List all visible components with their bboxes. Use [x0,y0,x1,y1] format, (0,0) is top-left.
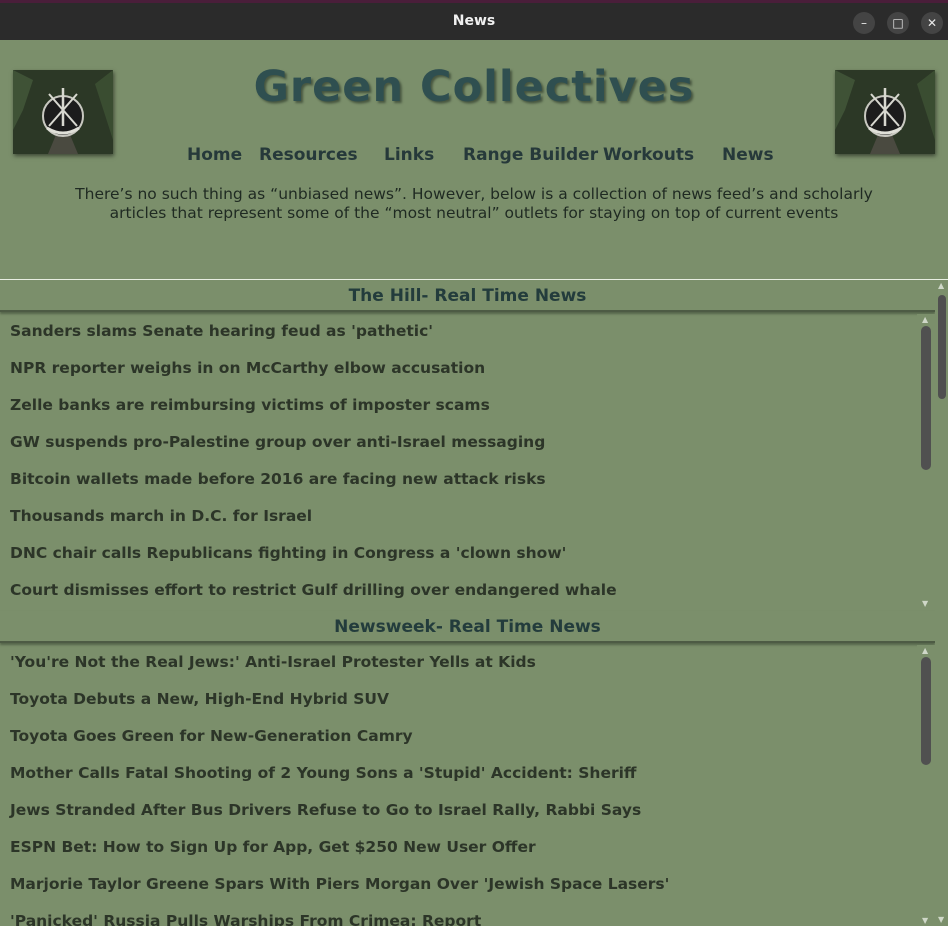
feed-item[interactable]: Toyota Goes Green for New-Generation Cam… [10,727,413,745]
close-icon[interactable]: ✕ [921,12,943,34]
feed-title: The Hill- Real Time News [0,280,935,312]
site-title: Green Collectives [253,62,695,112]
feed-scrollbar[interactable]: ▲ ▼ [917,314,935,611]
scroll-down-icon[interactable]: ▼ [922,916,928,925]
news-content: The Hill- Real Time News Sanders slams S… [0,279,948,926]
feed-item[interactable]: Toyota Debuts a New, High-End Hybrid SUV [10,690,389,708]
feed-list: Sanders slams Senate hearing feud as 'pa… [0,314,935,611]
nav-resources[interactable]: Resources [259,145,358,165]
scrollbar-thumb[interactable] [921,326,931,470]
feed-section-the-hill: The Hill- Real Time News Sanders slams S… [0,280,935,611]
scrollbar-thumb[interactable] [938,295,946,399]
feed-item[interactable]: Bitcoin wallets made before 2016 are fac… [10,470,546,488]
scroll-up-icon[interactable]: ▲ [922,315,928,324]
nav-workouts[interactable]: Workouts [603,145,694,165]
feed-item[interactable]: Jews Stranded After Bus Drivers Refuse t… [10,801,641,819]
minimize-icon[interactable]: – [853,12,875,34]
scroll-up-icon[interactable]: ▲ [938,281,944,290]
page-scrollbar[interactable]: ▲ ▼ [935,280,948,926]
feed-item[interactable]: Thousands march in D.C. for Israel [10,507,312,525]
window-titlebar: News – □ ✕ [0,0,948,40]
feed-item[interactable]: Mother Calls Fatal Shooting of 2 Young S… [10,764,636,782]
scroll-down-icon[interactable]: ▼ [922,599,928,608]
main-nav: Home Resources Links Range Builder Worko… [0,145,948,167]
feed-item[interactable]: DNC chair calls Republicans fighting in … [10,544,566,562]
intro-line-1: There’s no such thing as “unbiased news”… [75,185,873,203]
feed-title: Newsweek- Real Time News [0,611,935,643]
scroll-down-icon[interactable]: ▼ [938,915,944,924]
feed-item[interactable]: 'Panicked' Russia Pulls Warships From Cr… [10,912,481,926]
feed-item[interactable]: Sanders slams Senate hearing feud as 'pa… [10,322,433,340]
feed-list: 'You're Not the Real Jews:' Anti-Israel … [0,645,935,926]
intro-text: There’s no such thing as “unbiased news”… [60,185,888,223]
nav-links[interactable]: Links [384,145,434,165]
feed-item[interactable]: Marjorie Taylor Greene Spars With Piers … [10,875,669,893]
feed-item[interactable]: ESPN Bet: How to Sign Up for App, Get $2… [10,838,536,856]
scrollbar-thumb[interactable] [921,657,931,765]
scroll-up-icon[interactable]: ▲ [922,646,928,655]
feed-item[interactable]: 'You're Not the Real Jews:' Anti-Israel … [10,653,536,671]
window-title: News [452,13,496,29]
feed-item[interactable]: Zelle banks are reimbursing victims of i… [10,396,490,414]
nav-news[interactable]: News [722,145,774,165]
feed-section-newsweek: Newsweek- Real Time News 'You're Not the… [0,611,935,926]
feed-item[interactable]: GW suspends pro-Palestine group over ant… [10,433,545,451]
nav-home[interactable]: Home [187,145,242,165]
intro-line-2: articles that represent some of the “mos… [109,204,839,222]
feed-scrollbar[interactable]: ▲ ▼ [917,645,935,926]
feed-item[interactable]: NPR reporter weighs in on McCarthy elbow… [10,359,485,377]
nav-range-builder[interactable]: Range Builder [463,145,598,165]
feed-item[interactable]: Court dismisses effort to restrict Gulf … [10,581,617,599]
maximize-icon[interactable]: □ [887,12,909,34]
page-header: Green Collectives Home Resources Links R… [0,40,948,279]
